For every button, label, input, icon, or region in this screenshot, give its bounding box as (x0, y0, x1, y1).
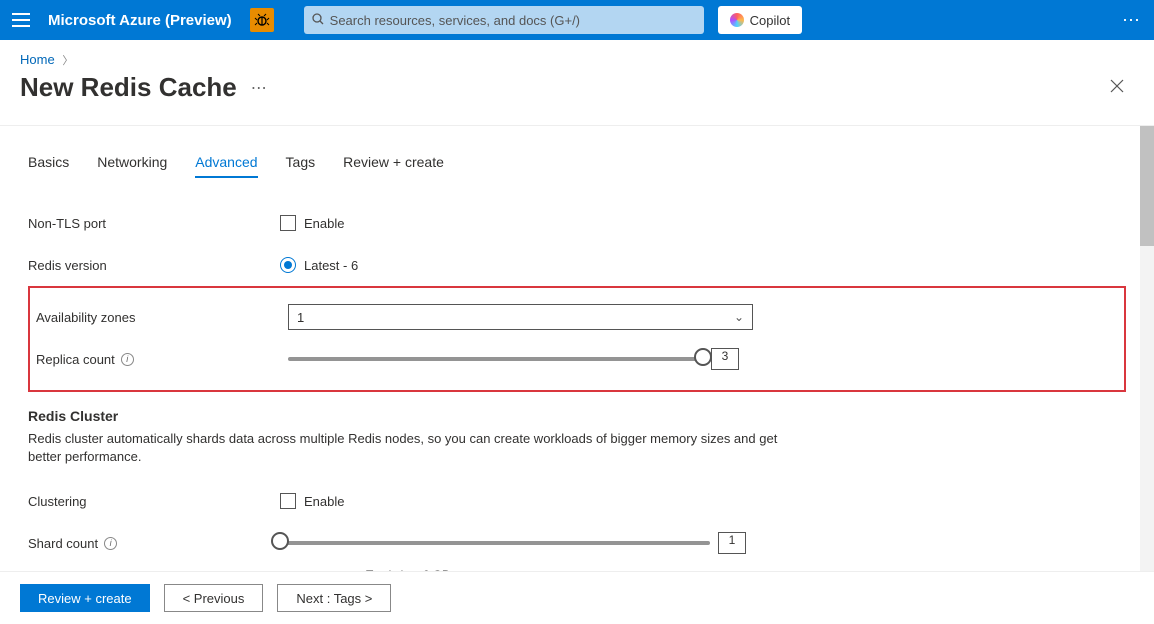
previous-button[interactable]: < Previous (164, 584, 264, 612)
radio-redis-version-label: Latest - 6 (304, 258, 358, 273)
label-enable-nontls: Enable (304, 216, 344, 231)
label-redis-version: Redis version (28, 258, 280, 273)
input-replica-count[interactable]: 3 (711, 348, 739, 370)
tab-basics[interactable]: Basics (28, 154, 69, 178)
page-title-bar: New Redis Cache ⋯ (0, 72, 1154, 111)
tab-review[interactable]: Review + create (343, 154, 444, 178)
slider-thumb-shard[interactable] (271, 532, 289, 550)
global-search-input[interactable]: Search resources, services, and docs (G+… (304, 6, 704, 34)
breadcrumb-home[interactable]: Home (20, 52, 55, 67)
search-placeholder: Search resources, services, and docs (G+… (330, 13, 580, 28)
overflow-menu-icon[interactable]: ⋯ (1122, 10, 1142, 31)
dropdown-availability-zones[interactable]: 1 ⌄ (288, 304, 753, 330)
checkbox-clustering[interactable] (280, 493, 296, 509)
page-title: New Redis Cache (20, 72, 237, 103)
input-shard-count[interactable]: 1 (718, 532, 746, 554)
tab-tags[interactable]: Tags (286, 154, 316, 178)
slider-replica-count[interactable] (288, 357, 703, 361)
chevron-right-icon: 〉 (62, 55, 73, 67)
search-icon (312, 13, 324, 28)
label-shard-count: Shard count (28, 536, 98, 551)
tab-advanced[interactable]: Advanced (195, 154, 257, 178)
copilot-label: Copilot (750, 13, 790, 28)
info-icon-shard[interactable]: i (104, 537, 117, 550)
scrollbar-thumb[interactable] (1140, 126, 1154, 246)
dropdown-az-value: 1 (297, 310, 304, 325)
label-clustering: Clustering (28, 494, 280, 509)
highlighted-section: Availability zones 1 ⌄ Replica count i (28, 286, 1126, 392)
azure-topbar: Microsoft Azure (Preview) Search resourc… (0, 0, 1154, 40)
row-replica-count: Replica count i 3 (36, 338, 1118, 380)
menu-icon[interactable] (12, 13, 30, 27)
slider-thumb-replica[interactable] (694, 348, 712, 366)
wizard-footer: Review + create < Previous Next : Tags > (0, 572, 1154, 624)
row-redis-version: Redis version Latest - 6 (28, 244, 1126, 286)
copilot-button[interactable]: Copilot (718, 6, 802, 34)
info-icon-replica[interactable]: i (121, 353, 134, 366)
slider-shard-count[interactable] (280, 541, 710, 545)
row-availability-zones: Availability zones 1 ⌄ (36, 296, 1118, 338)
breadcrumb: Home 〉 (0, 40, 1154, 72)
close-icon[interactable] (1110, 77, 1134, 98)
row-shard-count: Shard count i 1 (28, 522, 1126, 564)
row-clustering: Clustering Enable (28, 480, 1126, 522)
row-non-tls: Non-TLS port Enable (28, 202, 1126, 244)
chevron-down-icon: ⌄ (734, 310, 744, 324)
label-availability-zones: Availability zones (36, 310, 288, 325)
checkbox-non-tls[interactable] (280, 215, 296, 231)
title-more-icon[interactable]: ⋯ (251, 78, 269, 98)
wizard-tabs: Basics Networking Advanced Tags Review +… (28, 154, 1126, 178)
label-enable-clustering: Enable (304, 494, 344, 509)
radio-redis-version[interactable] (280, 257, 296, 273)
brand-title: Microsoft Azure (Preview) (48, 12, 232, 29)
tab-networking[interactable]: Networking (97, 154, 167, 178)
label-replica-count: Replica count (36, 352, 115, 367)
preview-bug-icon[interactable] (250, 8, 274, 32)
heading-redis-cluster: Redis Cluster (28, 408, 1126, 424)
label-non-tls: Non-TLS port (28, 216, 280, 231)
desc-redis-cluster: Redis cluster automatically shards data … (28, 430, 778, 466)
next-button[interactable]: Next : Tags > (277, 584, 391, 612)
main-content-pane: Basics Networking Advanced Tags Review +… (0, 125, 1154, 572)
review-create-button[interactable]: Review + create (20, 584, 150, 612)
copilot-icon (730, 13, 744, 27)
